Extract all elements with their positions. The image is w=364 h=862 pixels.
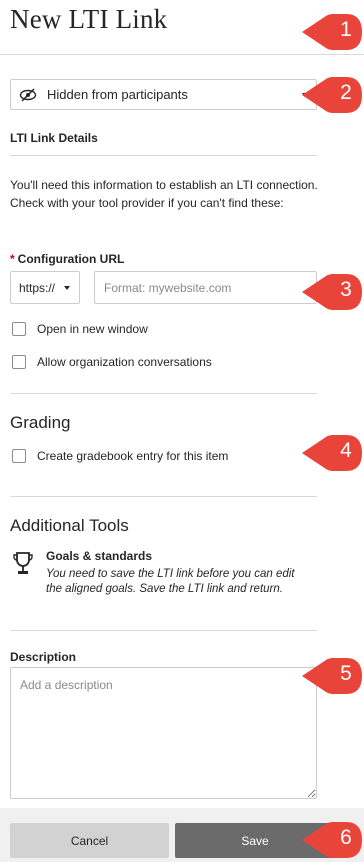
page-title: New LTI Link [10,4,168,34]
callout-marker: 2 [302,76,364,114]
allow-conversations-checkbox[interactable]: Allow organization conversations [12,355,212,369]
chevron-down-icon [64,286,70,290]
description-textarea[interactable] [10,667,317,799]
divider [10,393,317,394]
visibility-label: Hidden from participants [47,87,188,102]
divider [10,630,317,631]
divider [10,496,317,497]
gradebook-label: Create gradebook entry for this item [37,449,229,463]
protocol-value: https:// [19,280,56,295]
eye-slash-icon [19,87,37,102]
visibility-dropdown[interactable]: Hidden from participants [10,79,317,110]
allow-conversations-label: Allow organization conversations [37,355,212,369]
help-text: You'll need this information to establis… [10,178,318,210]
config-url-label: * Configuration URL [10,252,124,266]
grading-heading: Grading [10,413,71,432]
goals-title: Goals & standards [46,549,153,563]
divider [10,155,317,156]
lti-details-heading: LTI Link Details [10,131,98,145]
callout-number: 5 [340,662,352,685]
open-new-window-label: Open in new window [37,322,148,336]
callout-marker: 5 [302,657,364,695]
callout-number: 3 [340,278,352,301]
checkbox[interactable] [12,322,26,336]
checkbox[interactable] [12,355,26,369]
gradebook-checkbox[interactable]: Create gradebook entry for this item [12,449,228,463]
config-url-input[interactable] [94,271,317,304]
callout-marker: 4 [302,434,364,472]
description-label: Description [10,650,77,664]
trophy-icon [13,552,33,574]
callout-number: 1 [340,18,352,41]
callout-number: 6 [340,826,352,849]
callout-marker: 6 [302,821,364,859]
callout-marker: 3 [302,273,364,311]
config-url-label-text: Configuration URL [17,252,125,266]
additional-tools-heading: Additional Tools [10,516,129,535]
open-new-window-checkbox[interactable]: Open in new window [12,322,148,336]
title-divider [0,54,364,55]
callout-number: 4 [340,439,352,462]
protocol-dropdown[interactable]: https:// [10,271,80,304]
goals-text: You need to save the LTI link before you… [46,568,295,595]
cancel-button[interactable]: Cancel [10,823,169,858]
checkbox[interactable] [12,449,26,463]
callout-marker: 1 [302,13,364,51]
required-marker: * [10,252,15,266]
callout-number: 2 [340,81,352,104]
